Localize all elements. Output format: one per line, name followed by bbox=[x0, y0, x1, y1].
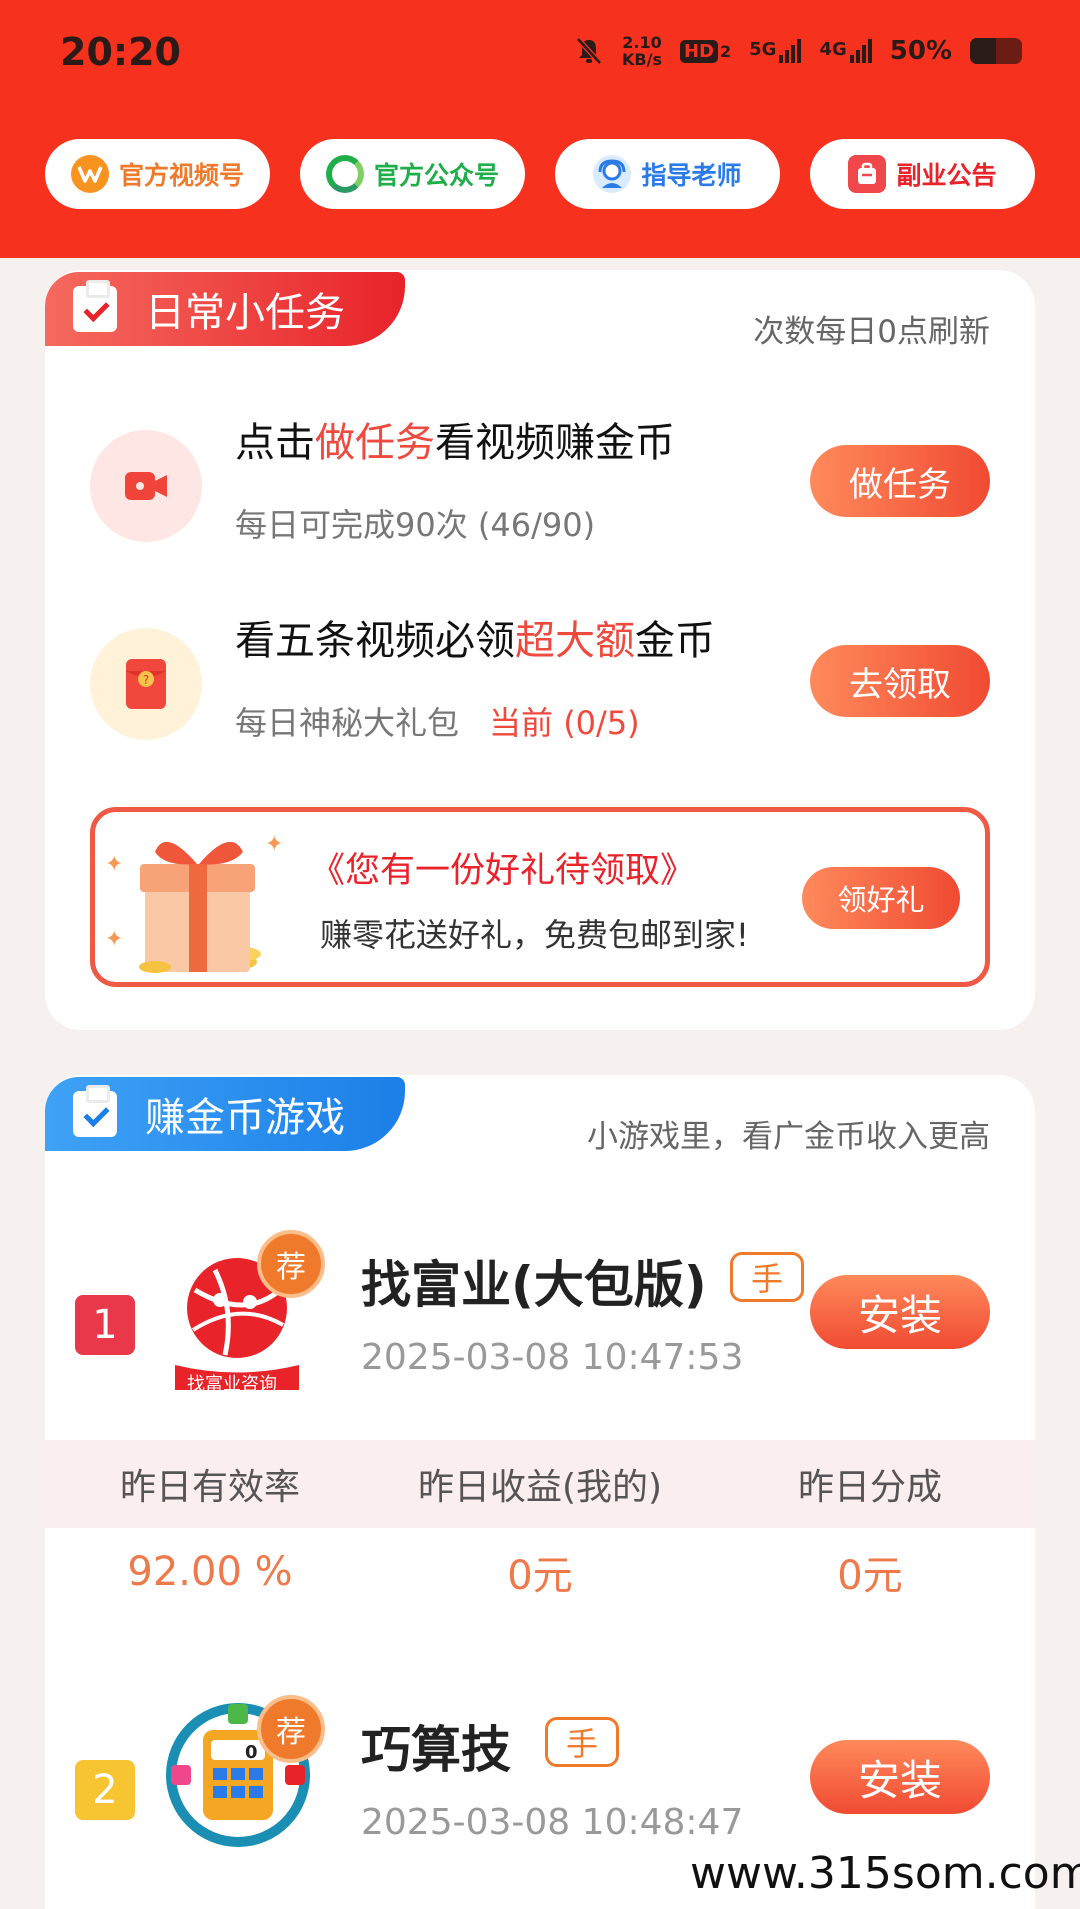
watermark-text: www.315som.com bbox=[690, 1848, 1080, 1899]
speed-unit: KB/s bbox=[622, 50, 662, 69]
red-envelope-icon: ? bbox=[90, 628, 202, 740]
sparkle-icon: ✦ bbox=[105, 927, 124, 952]
daily-tasks-title: 日常小任务 bbox=[145, 290, 345, 336]
get-gift-button[interactable]: 领好礼 bbox=[802, 867, 960, 929]
task2-title: 看五条视频必领超大额金币 bbox=[235, 608, 715, 666]
clipboard-check-icon bbox=[73, 280, 117, 332]
rank-badge: 1 bbox=[75, 1295, 135, 1355]
official-account-label: 官方公众号 bbox=[373, 161, 499, 190]
battery-fill bbox=[970, 38, 996, 64]
mute-bell-icon bbox=[576, 37, 602, 65]
stat-header-share: 昨日分成 bbox=[797, 1467, 942, 1508]
task-five-videos: ? 看五条视频必领超大额金币 每日神秘大礼包 当前 (0/5) 去领取 bbox=[45, 608, 1035, 758]
official-account-button[interactable]: 官方公众号 bbox=[300, 139, 525, 209]
coin-games-title: 赚金币游戏 bbox=[145, 1095, 345, 1141]
coin-games-tag: 赚金币游戏 bbox=[45, 1077, 405, 1151]
side-business-notice-button[interactable]: 副业公告 bbox=[810, 139, 1035, 209]
teacher-icon bbox=[593, 155, 632, 193]
rank-badge: 2 bbox=[75, 1760, 135, 1820]
teacher-label: 指导老师 bbox=[641, 161, 742, 190]
coin-games-card: 赚金币游戏 小游戏里，看广金币收入更高 1 找富业咨询 荐 找富业(大包版) 手… bbox=[45, 1075, 1035, 1909]
game-name: 找富业(大包版) bbox=[361, 1256, 707, 1314]
signal-bars-icon bbox=[779, 39, 802, 63]
stats-value-row: 92.00 % 0元 0元 bbox=[45, 1528, 1035, 1616]
task2-title-pre: 看五条视频必领 bbox=[235, 618, 515, 664]
signal-bars-icon bbox=[849, 39, 872, 63]
recommend-badge: 荐 bbox=[257, 1695, 325, 1763]
stat-value-my-earnings: 0元 bbox=[507, 1553, 573, 1599]
official-channels-button[interactable]: 官方视频号 bbox=[45, 139, 270, 209]
official-channels-label: 官方视频号 bbox=[118, 161, 244, 190]
teacher-button[interactable]: 指导老师 bbox=[555, 139, 780, 209]
install-button[interactable]: 安装 bbox=[810, 1275, 990, 1349]
daily-tasks-card: 日常小任务 次数每日0点刷新 点击做任务看视频赚金币 每日可完成90次 (46/… bbox=[45, 270, 1035, 1030]
task2-sub-pre: 每日神秘大礼包 bbox=[235, 704, 460, 742]
daily-tasks-tag: 日常小任务 bbox=[45, 272, 405, 346]
hd-indicator: HD 2 bbox=[679, 39, 732, 63]
channels-icon bbox=[70, 155, 109, 193]
battery-text: 50% bbox=[889, 36, 952, 66]
do-task-button[interactable]: 做任务 bbox=[810, 445, 990, 517]
logo-caption: 找富业咨询 bbox=[187, 1374, 277, 1395]
stats-header-row: 昨日有效率 昨日收益(我的) 昨日分成 bbox=[45, 1440, 1035, 1528]
game-name: 巧算技 bbox=[361, 1721, 511, 1779]
status-time: 20:20 bbox=[60, 30, 181, 74]
install-button[interactable]: 安装 bbox=[810, 1740, 990, 1814]
task1-title-pre: 点击 bbox=[235, 420, 315, 466]
hd-sub: 2 bbox=[720, 41, 732, 61]
claim-button[interactable]: 去领取 bbox=[810, 645, 990, 717]
hand-tag: 手 bbox=[545, 1717, 619, 1767]
stat-header-efficiency: 昨日有效率 bbox=[119, 1467, 300, 1508]
task1-title-highlight: 做任务 bbox=[315, 420, 435, 466]
gift-box-icon bbox=[139, 841, 261, 973]
top-shortcuts: 官方视频号 官方公众号 指导老师 副业公告 bbox=[45, 139, 1035, 209]
games-note: 小游戏里，看广金币收入更高 bbox=[587, 1119, 990, 1155]
task2-sub-progress: 当前 (0/5) bbox=[489, 704, 640, 742]
logo-digit: 0 bbox=[245, 1742, 258, 1763]
game-date: 2025-03-08 10:47:53 bbox=[361, 1337, 744, 1378]
gift-subtitle: 赚零花送好礼，免费包邮到家! bbox=[320, 916, 749, 954]
daily-refresh-note: 次数每日0点刷新 bbox=[753, 314, 990, 350]
game-date: 2025-03-08 10:48:47 bbox=[361, 1802, 744, 1843]
signal-5g: 5G bbox=[749, 39, 802, 63]
sparkle-icon: ✦ bbox=[105, 852, 124, 877]
stat-value-share: 0元 bbox=[837, 1553, 903, 1599]
stat-value-efficiency: 92.00 % bbox=[127, 1549, 293, 1595]
task1-title-post: 看视频赚金币 bbox=[435, 420, 675, 466]
game-item-1[interactable]: 1 找富业咨询 荐 找富业(大包版) 手 2025-03-08 10:47:53… bbox=[45, 1200, 1035, 1420]
signal-4g: 4G bbox=[819, 39, 872, 63]
svg-text:?: ? bbox=[143, 673, 149, 687]
net1-label: 5G bbox=[749, 39, 777, 60]
recommend-badge: 荐 bbox=[257, 1230, 325, 1298]
hd-label: HD bbox=[679, 39, 718, 63]
status-bar: 20:20 2.10 KB/s HD 2 5G 4G 50% bbox=[0, 0, 1080, 110]
gift-banner[interactable]: ✦ ✦ ✦ 《您有一份好礼待领取》 赚零花送好礼，免费包邮到家! 领好礼 bbox=[90, 807, 990, 987]
task2-title-post: 金币 bbox=[635, 618, 715, 664]
task-watch-video: 点击做任务看视频赚金币 每日可完成90次 (46/90) 做任务 bbox=[45, 410, 1035, 560]
task1-title: 点击做任务看视频赚金币 bbox=[235, 410, 675, 468]
side-business-notice-label: 副业公告 bbox=[896, 161, 997, 190]
video-camera-icon bbox=[90, 430, 202, 542]
task2-subtitle: 每日神秘大礼包 当前 (0/5) bbox=[235, 698, 640, 744]
gift-title: 《您有一份好礼待领取》 bbox=[310, 851, 696, 891]
net2-label: 4G bbox=[819, 39, 847, 60]
hand-tag: 手 bbox=[730, 1252, 804, 1302]
speed-value: 2.10 bbox=[622, 33, 662, 52]
status-icons: 2.10 KB/s HD 2 5G 4G 50% bbox=[574, 34, 1022, 68]
notice-bag-icon bbox=[848, 155, 887, 193]
task2-title-highlight: 超大额 bbox=[515, 618, 635, 664]
wechat-official-icon bbox=[325, 155, 364, 193]
stat-header-my-earnings: 昨日收益(我的) bbox=[417, 1467, 663, 1508]
task1-subtitle: 每日可完成90次 (46/90) bbox=[235, 506, 596, 544]
clipboard-check-icon bbox=[73, 1085, 117, 1137]
app-header: 20:20 2.10 KB/s HD 2 5G 4G 50% 官方视频号 官方公… bbox=[0, 0, 1080, 258]
network-speed: 2.10 KB/s bbox=[622, 34, 662, 68]
battery-icon bbox=[970, 38, 1022, 64]
